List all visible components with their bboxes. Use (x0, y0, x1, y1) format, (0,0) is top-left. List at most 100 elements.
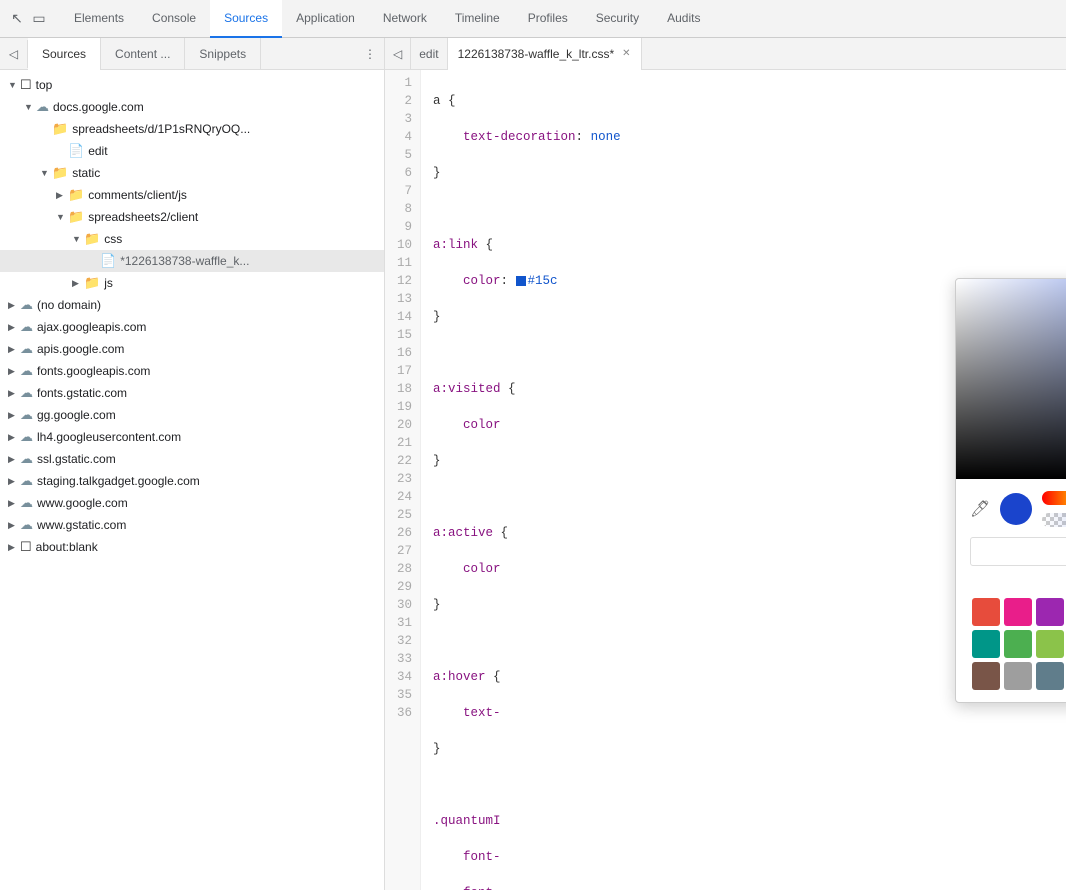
square-icon: ☐ (20, 539, 32, 555)
cloud-icon: ☁ (20, 319, 33, 335)
color-swatch[interactable] (972, 630, 1000, 658)
tree-item-label: ajax.googleapis.com (37, 320, 146, 334)
tree-item-label: static (72, 166, 100, 180)
code-line: font- (433, 884, 1066, 890)
navigate-back-button[interactable]: ◁ (385, 38, 411, 70)
list-item[interactable]: ▶ ☁ staging.talkgadget.google.com (0, 470, 384, 492)
color-swatch[interactable] (516, 276, 526, 286)
folder-icon: ☐ (20, 77, 32, 93)
list-item[interactable]: 📄 *1226138738-waffle_k... (0, 250, 384, 272)
tab-application[interactable]: Application (282, 0, 369, 38)
swatches-grid (970, 596, 1066, 692)
code-line: .quantumI (433, 812, 1066, 830)
close-tab-button[interactable]: ✕ (622, 48, 630, 59)
arrow-icon: ▶ (8, 454, 20, 465)
left-panel: ◁ Sources Content ... Snippets ⋮ ▼ ☐ top… (0, 38, 385, 890)
color-swatch[interactable] (1036, 662, 1064, 690)
arrow-icon: ▶ (8, 366, 20, 377)
color-swatch[interactable] (972, 662, 1000, 690)
tab-timeline[interactable]: Timeline (441, 0, 514, 38)
cloud-icon: ☁ (20, 363, 33, 379)
arrow-icon: ▶ (8, 520, 20, 531)
tree-item-label: docs.google.com (53, 100, 144, 114)
tree-item-label: spreadsheets/d/1P1sRNQryOQ... (72, 122, 250, 136)
list-item[interactable]: ▶ ☁ www.google.com (0, 492, 384, 514)
eyedropper-button[interactable]: 🖊 (970, 499, 990, 519)
list-item[interactable]: ▼ 📁 spreadsheets2/client (0, 206, 384, 228)
color-swatch[interactable] (972, 598, 1000, 626)
color-swatch[interactable] (1036, 630, 1064, 658)
list-item[interactable]: ▼ 📁 css (0, 228, 384, 250)
tab-security[interactable]: Security (582, 0, 653, 38)
tab-profiles[interactable]: Profiles (514, 0, 582, 38)
hue-slider[interactable] (1042, 491, 1066, 505)
tab-elements[interactable]: Elements (60, 0, 138, 38)
tree-item-label: fonts.gstatic.com (37, 386, 127, 400)
tree-item-label: comments/client/js (88, 188, 187, 202)
main-area: ◁ Sources Content ... Snippets ⋮ ▼ ☐ top… (0, 38, 1066, 890)
arrow-icon: ▶ (8, 476, 20, 487)
list-item[interactable]: ▶ ☁ fonts.googleapis.com (0, 360, 384, 382)
navigate-back-button[interactable]: ◁ (0, 40, 28, 68)
sub-tab-content[interactable]: Content ... (101, 38, 185, 70)
list-item[interactable]: 📄 edit (0, 140, 384, 162)
swatches-row-2 (970, 628, 1066, 660)
file-tree: ▼ ☐ top ▼ ☁ docs.google.com 📁 spreadshee… (0, 70, 384, 890)
sub-tab-snippets[interactable]: Snippets (185, 38, 261, 70)
list-item[interactable]: 📁 spreadsheets/d/1P1sRNQryOQ... (0, 118, 384, 140)
color-swatch[interactable] (1004, 662, 1032, 690)
sub-tab-sources[interactable]: Sources (28, 38, 101, 70)
tree-item-label: ssl.gstatic.com (37, 452, 116, 466)
list-item[interactable]: ▼ ☁ docs.google.com (0, 96, 384, 118)
device-icon[interactable]: ▭ (30, 10, 48, 28)
color-swatch[interactable] (1036, 598, 1064, 626)
tab-audits[interactable]: Audits (653, 0, 714, 38)
tab-sources[interactable]: Sources (210, 0, 282, 38)
folder-icon: 📁 (68, 187, 84, 203)
edit-button[interactable]: edit (411, 38, 447, 70)
list-item[interactable]: ▶ ☁ ssl.gstatic.com (0, 448, 384, 470)
arrow-icon: ▶ (56, 190, 68, 201)
code-line: a { (433, 92, 1066, 110)
alpha-slider[interactable] (1042, 513, 1066, 527)
tree-item-label: spreadsheets2/client (88, 210, 198, 224)
list-item[interactable]: ▶ ☁ apis.google.com (0, 338, 384, 360)
list-item[interactable]: ▶ 📁 comments/client/js (0, 184, 384, 206)
more-tabs-button[interactable]: ⋮ (356, 47, 384, 61)
cloud-icon: ☁ (20, 385, 33, 401)
code-line (433, 200, 1066, 218)
folder-icon: 📁 (84, 275, 100, 291)
picker-top-row: 🖊 (970, 491, 1066, 527)
list-item[interactable]: ▶ ☁ lh4.googleusercontent.com (0, 426, 384, 448)
hex-input[interactable] (970, 537, 1066, 566)
cursor-icon[interactable]: ↖ (8, 10, 26, 28)
file-tab[interactable]: 1226138738-waffle_k_ltr.css* ✕ (448, 38, 642, 70)
list-item[interactable]: ▶ 📁 js (0, 272, 384, 294)
arrow-icon: ▼ (72, 234, 84, 244)
tab-console[interactable]: Console (138, 0, 210, 38)
tree-item-label: top (36, 78, 53, 92)
color-gradient-area[interactable] (956, 279, 1066, 479)
list-item[interactable]: ▼ 📁 static (0, 162, 384, 184)
modified-file-icon: 📄 (100, 253, 116, 269)
list-item[interactable]: ▶ ☐ about:blank (0, 536, 384, 558)
code-line: a:link { (433, 236, 1066, 254)
list-item[interactable]: ▶ ☁ ajax.googleapis.com (0, 316, 384, 338)
list-item[interactable]: ▶ ☁ gg.google.com (0, 404, 384, 426)
color-swatch[interactable] (1004, 598, 1032, 626)
list-item[interactable]: ▼ ☐ top (0, 74, 384, 96)
arrow-icon: ▶ (8, 300, 20, 311)
tree-item-label: css (104, 232, 122, 246)
tab-network[interactable]: Network (369, 0, 441, 38)
color-swatch[interactable] (1004, 630, 1032, 658)
list-item[interactable]: ▶ ☁ (no domain) (0, 294, 384, 316)
devtools-nav: ↖ ▭ Elements Console Sources Application… (0, 0, 1066, 38)
arrow-icon: ▶ (8, 322, 20, 333)
list-item[interactable]: ▶ ☁ fonts.gstatic.com (0, 382, 384, 404)
cloud-icon: ☁ (20, 451, 33, 467)
code-line: font- (433, 848, 1066, 866)
code-line: } (433, 740, 1066, 758)
arrow-icon: ▶ (8, 388, 20, 399)
cloud-icon: ☁ (20, 429, 33, 445)
list-item[interactable]: ▶ ☁ www.gstatic.com (0, 514, 384, 536)
